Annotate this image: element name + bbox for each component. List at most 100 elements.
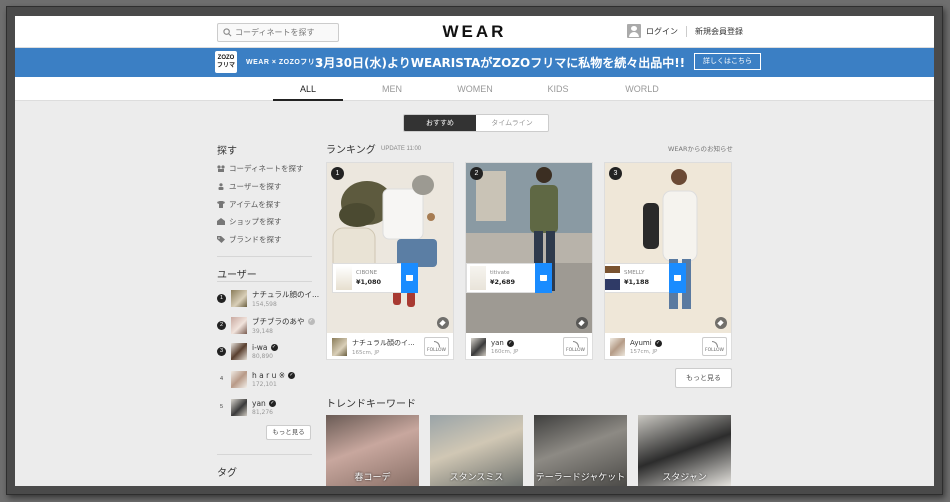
item-thumbnail bbox=[470, 266, 486, 290]
trend-title: トレンドキーワード bbox=[326, 399, 416, 410]
item-price: ¥1,188 bbox=[624, 278, 650, 286]
banner-details-button[interactable]: 詳しくはこちら bbox=[694, 53, 761, 70]
user-name[interactable]: ナチュラル顔のイ... bbox=[352, 338, 415, 348]
rank-badge: 2 bbox=[470, 167, 483, 180]
tag-heading: タグ bbox=[217, 468, 237, 479]
sidebar-link-shop[interactable]: ショップを探す bbox=[217, 216, 282, 227]
register-link[interactable]: 新規会員登録 bbox=[695, 26, 743, 37]
follower-count: 154,598 bbox=[252, 301, 277, 308]
user-icon bbox=[627, 24, 641, 38]
cart-button[interactable] bbox=[669, 263, 686, 293]
users-more-button[interactable]: もっと見る bbox=[266, 425, 311, 440]
zozofurima-logo: ZOZO フリマ bbox=[215, 51, 237, 73]
verified-icon: ✓ bbox=[506, 339, 514, 347]
tag-icon bbox=[217, 236, 225, 243]
feed-toggle: おすすめ タイムライン bbox=[403, 114, 549, 132]
tag-icon[interactable] bbox=[437, 317, 449, 329]
follower-count: 81,276 bbox=[252, 409, 273, 416]
ranking-card-3[interactable]: 3 SMELLY ¥1,188 Ayumi ✓ 157cm, JP FOLLOW bbox=[604, 162, 732, 360]
item-tag[interactable]: titivate ¥2,689 bbox=[466, 263, 536, 293]
banner-brand: WEAR × ZOZOフリマ bbox=[246, 59, 323, 66]
avatar bbox=[231, 317, 247, 334]
sidebar-link-coordinate[interactable]: コーディネートを探す bbox=[217, 163, 303, 174]
web-page: WEAR ログイン 新規会員登録 ZOZO フリマ WEAR × ZOZOフリマ… bbox=[15, 16, 934, 486]
trend-keyword-label: スタンスミス bbox=[449, 473, 504, 483]
item-tag[interactable]: SMELLY ¥1,188 bbox=[605, 263, 670, 293]
avatar bbox=[231, 290, 247, 307]
ranked-user-2[interactable]: 2 ブチブラのあや ✓ 39,148 bbox=[217, 316, 315, 335]
category-tabs: ALL MEN WOMEN KIDS WORLD bbox=[15, 77, 934, 101]
wear-logo[interactable]: WEAR bbox=[15, 22, 934, 42]
verified-icon: ✓ bbox=[288, 372, 296, 379]
tab-kids[interactable]: KIDS bbox=[523, 77, 593, 101]
user-name: ナチュラル顔のイ... bbox=[252, 290, 320, 299]
trend-keyword-label: スタジャン bbox=[662, 473, 707, 483]
ranking-more-button[interactable]: もっと見る bbox=[675, 368, 732, 388]
cart-button[interactable] bbox=[535, 263, 552, 293]
trend-keyword-label: 春コーデ bbox=[354, 473, 391, 483]
trend-keyword-1[interactable]: 春コーデ bbox=[326, 415, 419, 486]
tab-world[interactable]: WORLD bbox=[607, 77, 677, 101]
ranking-card-2[interactable]: 2 titivate ¥2,689 yan ✓ 160cm, JP FOLLOW bbox=[465, 162, 593, 360]
trend-keyword-4[interactable]: スタジャン bbox=[638, 415, 731, 486]
search-input[interactable] bbox=[235, 28, 335, 37]
sidebar-link-item[interactable]: アイテムを探す bbox=[217, 199, 281, 210]
follower-count: 172,101 bbox=[252, 381, 277, 388]
shirt-icon bbox=[217, 201, 225, 208]
trend-keyword-2[interactable]: スタンスミス bbox=[430, 415, 523, 486]
outfit-photo[interactable]: 2 titivate ¥2,689 bbox=[466, 163, 592, 333]
item-brand: titivate bbox=[490, 270, 510, 276]
ranking-card-1[interactable]: 1 CIBONE ¥1,080 ナチュラル顔のイ... 165cm, JP FO… bbox=[326, 162, 454, 360]
rank-badge: 3 bbox=[609, 167, 622, 180]
user-name[interactable]: Ayumi bbox=[630, 339, 652, 347]
users-heading: ユーザー bbox=[217, 270, 257, 281]
search-box[interactable] bbox=[217, 23, 339, 42]
ranked-user-3[interactable]: 3 i-wa ✓ 80,890 bbox=[217, 343, 278, 360]
follow-button[interactable]: FOLLOW bbox=[563, 337, 588, 356]
user-icon bbox=[218, 183, 224, 190]
follower-count: 80,890 bbox=[252, 353, 273, 360]
verified-icon: ✓ bbox=[307, 318, 315, 325]
search-heading: 探す bbox=[217, 146, 237, 157]
verified-icon: ✓ bbox=[654, 339, 662, 347]
tag-icon[interactable] bbox=[576, 317, 588, 329]
user-name: yan bbox=[252, 399, 266, 408]
tab-all[interactable]: ALL bbox=[273, 77, 343, 101]
sidebar-link-user[interactable]: ユーザーを探す bbox=[217, 181, 281, 192]
outfit-photo[interactable]: 3 SMELLY ¥1,188 bbox=[605, 163, 731, 333]
ranked-user-4[interactable]: 4 h a r u ※ ✓ 172,101 bbox=[217, 371, 296, 388]
follow-button[interactable]: FOLLOW bbox=[702, 337, 727, 356]
outfit-photo[interactable]: 1 CIBONE ¥1,080 bbox=[327, 163, 453, 333]
trend-keyword-label: テーラードジャケット bbox=[535, 473, 626, 483]
promo-banner[interactable]: ZOZO フリマ WEAR × ZOZOフリマ 3月30日(水)よりWEARIS… bbox=[15, 48, 934, 77]
user-name: ブチブラのあや bbox=[252, 317, 305, 326]
item-tag[interactable]: CIBONE ¥1,080 bbox=[332, 263, 402, 293]
avatar[interactable] bbox=[332, 338, 347, 356]
ranked-user-5[interactable]: 5 yan ✓ 81,276 bbox=[217, 399, 276, 416]
login-link[interactable]: ログイン bbox=[646, 26, 678, 37]
shop-icon bbox=[217, 218, 225, 225]
sidebar-link-brand[interactable]: ブランドを探す bbox=[217, 234, 282, 245]
ranked-user-1[interactable]: 1 ナチュラル顔のイ... 154,598 bbox=[217, 289, 319, 308]
trend-keyword-3[interactable]: テーラードジャケット bbox=[534, 415, 627, 486]
cart-button[interactable] bbox=[401, 263, 418, 293]
divider bbox=[686, 25, 687, 37]
user-meta: 157cm, JP bbox=[630, 349, 658, 355]
tab-men[interactable]: MEN bbox=[357, 77, 427, 101]
item-thumbnail bbox=[336, 266, 352, 290]
coordinate-icon bbox=[217, 165, 225, 172]
toggle-recommended[interactable]: おすすめ bbox=[404, 115, 476, 131]
wear-notice-link[interactable]: WEARからのお知らせ bbox=[668, 143, 733, 153]
toggle-timeline[interactable]: タイムライン bbox=[476, 115, 548, 131]
search-icon bbox=[223, 28, 232, 37]
tab-women[interactable]: WOMEN bbox=[440, 77, 510, 101]
sidebar-divider bbox=[217, 281, 312, 282]
avatar[interactable] bbox=[471, 338, 486, 356]
follow-button[interactable]: FOLLOW bbox=[424, 337, 449, 356]
user-name[interactable]: yan bbox=[491, 339, 504, 347]
card-footer: ナチュラル顔のイ... 165cm, JP FOLLOW bbox=[327, 334, 453, 360]
rank-badge: 2 bbox=[217, 321, 226, 330]
avatar[interactable] bbox=[610, 338, 625, 356]
tag-icon[interactable] bbox=[715, 317, 727, 329]
rank-badge: 3 bbox=[217, 347, 226, 356]
